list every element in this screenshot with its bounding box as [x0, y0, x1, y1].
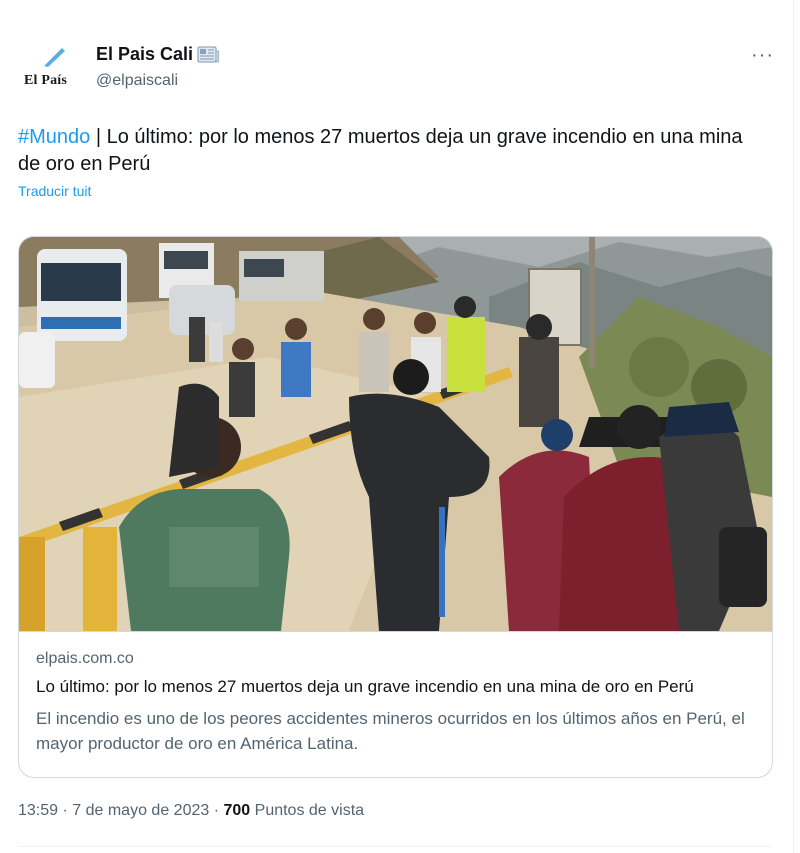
- avatar[interactable]: El País: [18, 40, 80, 102]
- user-handle[interactable]: @elpaiscali: [96, 72, 178, 90]
- translate-link[interactable]: Traducir tuit: [18, 183, 91, 199]
- link-card[interactable]: elpais.com.co Lo último: por lo menos 27…: [18, 236, 773, 778]
- timestamp-time[interactable]: 13:59: [18, 802, 58, 819]
- article-photo[interactable]: [19, 237, 772, 631]
- meta-separator: ·: [58, 802, 73, 819]
- card-domain: elpais.com.co: [36, 650, 134, 667]
- logo-text: El País: [24, 73, 68, 88]
- display-name[interactable]: El Pais Cali: [96, 44, 219, 65]
- newspaper-icon: [197, 46, 219, 62]
- more-options-icon[interactable]: ···: [751, 44, 774, 67]
- card-title: Lo último: por lo menos 27 muertos deja …: [36, 677, 694, 696]
- tweet-text: #Mundo | Lo último: por lo menos 27 muer…: [18, 124, 768, 178]
- tweet-body: | Lo último: por lo menos 27 muertos dej…: [18, 126, 743, 175]
- meta-separator-2: ·: [209, 802, 224, 819]
- views-count: 700: [223, 802, 251, 819]
- tweet: El País El Pais Cali @elpaiscali ··· #Mu…: [0, 0, 800, 853]
- tweet-meta: 13:59 · 7 de mayo de 2023 · 700 Puntos d…: [18, 802, 364, 820]
- card-description: El incendio es uno de los peores acciden…: [36, 709, 745, 753]
- card-body: elpais.com.co Lo último: por lo menos 27…: [19, 631, 772, 777]
- divider: [793, 0, 794, 853]
- hashtag-link[interactable]: #Mundo: [18, 126, 90, 148]
- divider: [18, 846, 771, 847]
- timestamp-date[interactable]: 7 de mayo de 2023: [72, 802, 209, 819]
- el-pais-logo-mark: [44, 48, 65, 67]
- views-label: Puntos de vista: [254, 802, 365, 819]
- display-name-text: El Pais Cali: [96, 44, 194, 64]
